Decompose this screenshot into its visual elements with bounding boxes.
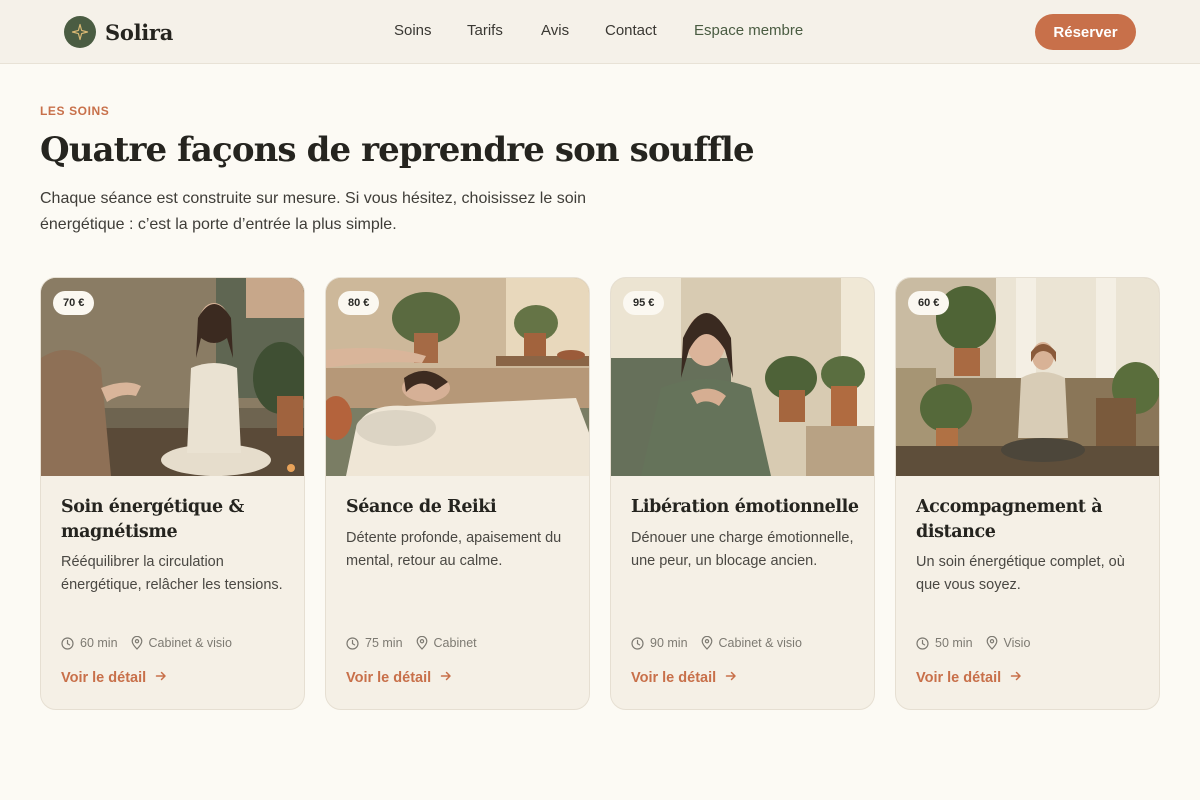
- card-title: Soin énergétique & magnétisme: [61, 497, 244, 542]
- card-meta: 60 min Cabinet & visio: [61, 636, 232, 650]
- clock-icon: [631, 636, 644, 650]
- nav-link-tarifs[interactable]: Tarifs: [467, 22, 503, 39]
- detail-link[interactable]: Voir le détail: [916, 670, 1022, 686]
- site-header: Solira Soins Tarifs Avis Contact Espace …: [0, 0, 1200, 64]
- clock-icon: [346, 636, 359, 650]
- map-pin-icon: [416, 636, 428, 650]
- nav-link-soins[interactable]: Soins: [394, 22, 432, 39]
- price-badge: 60 €: [908, 291, 950, 315]
- duration: 60 min: [80, 636, 118, 650]
- map-pin-icon: [986, 636, 998, 650]
- card-title: Libération émotionnelle: [631, 497, 859, 517]
- nav-link-contact[interactable]: Contact: [605, 22, 657, 39]
- main-nav: Soins Tarifs Avis Contact Espace membre: [0, 0, 1200, 64]
- detail-link-label: Voir le détail: [346, 670, 432, 686]
- card-title: Séance de Reiki: [346, 497, 497, 517]
- card-description: Dénouer une charge émotionnelle, une peu…: [631, 530, 854, 569]
- card-title: Accompagnement à distance: [916, 497, 1103, 542]
- price-badge: 70 €: [53, 291, 95, 315]
- arrow-right-icon: [155, 670, 167, 686]
- price-badge: 95 €: [623, 291, 665, 315]
- arrow-right-icon: [1010, 670, 1022, 686]
- location: Cabinet & visio: [148, 636, 232, 650]
- nav-link-member-area[interactable]: Espace membre: [694, 22, 803, 39]
- arrow-right-icon: [725, 670, 737, 686]
- location: Visio: [1003, 636, 1031, 650]
- service-card-reiki[interactable]: 80 € Séance de Reiki Détente profonde, a…: [325, 277, 590, 710]
- card-description: Détente profonde, apaisement du mental, …: [346, 530, 562, 569]
- card-meta: 75 min Cabinet: [346, 636, 477, 650]
- nav-link-avis[interactable]: Avis: [541, 22, 569, 39]
- duration: 75 min: [365, 636, 403, 650]
- detail-link[interactable]: Voir le détail: [61, 670, 167, 686]
- card-meta: 50 min Visio: [916, 636, 1030, 650]
- map-pin-icon: [131, 636, 143, 650]
- detail-link[interactable]: Voir le détail: [631, 670, 737, 686]
- card-meta: 90 min Cabinet & visio: [631, 636, 802, 650]
- reserve-button[interactable]: Réserver: [1035, 14, 1136, 50]
- service-card-remote[interactable]: 60 € Accompagnement à distance Un soin é…: [895, 277, 1160, 710]
- duration: 90 min: [650, 636, 688, 650]
- price-badge: 80 €: [338, 291, 380, 315]
- service-card-emotional-release[interactable]: 95 € Libération émotionnelle Dénouer une…: [610, 277, 875, 710]
- location: Cabinet & visio: [718, 636, 802, 650]
- arrow-right-icon: [440, 670, 452, 686]
- card-description: Un soin énergétique complet, où que vous…: [916, 554, 1125, 593]
- clock-icon: [916, 636, 929, 650]
- section-eyebrow: LES SOINS: [40, 104, 110, 118]
- location: Cabinet: [433, 636, 477, 650]
- intro-text: Chaque séance est construite sur mesure.…: [40, 190, 587, 233]
- detail-link-label: Voir le détail: [61, 670, 147, 686]
- detail-link[interactable]: Voir le détail: [346, 670, 452, 686]
- page-title: Quatre façons de reprendre son souffle: [40, 130, 755, 170]
- detail-link-label: Voir le détail: [916, 670, 1002, 686]
- clock-icon: [61, 636, 74, 650]
- card-description: Rééquilibrer la circulation énergétique,…: [61, 554, 283, 593]
- service-card-energy[interactable]: 70 € Soin énergétique & magnétisme Rééqu…: [40, 277, 305, 710]
- detail-link-label: Voir le détail: [631, 670, 717, 686]
- map-pin-icon: [701, 636, 713, 650]
- duration: 50 min: [935, 636, 973, 650]
